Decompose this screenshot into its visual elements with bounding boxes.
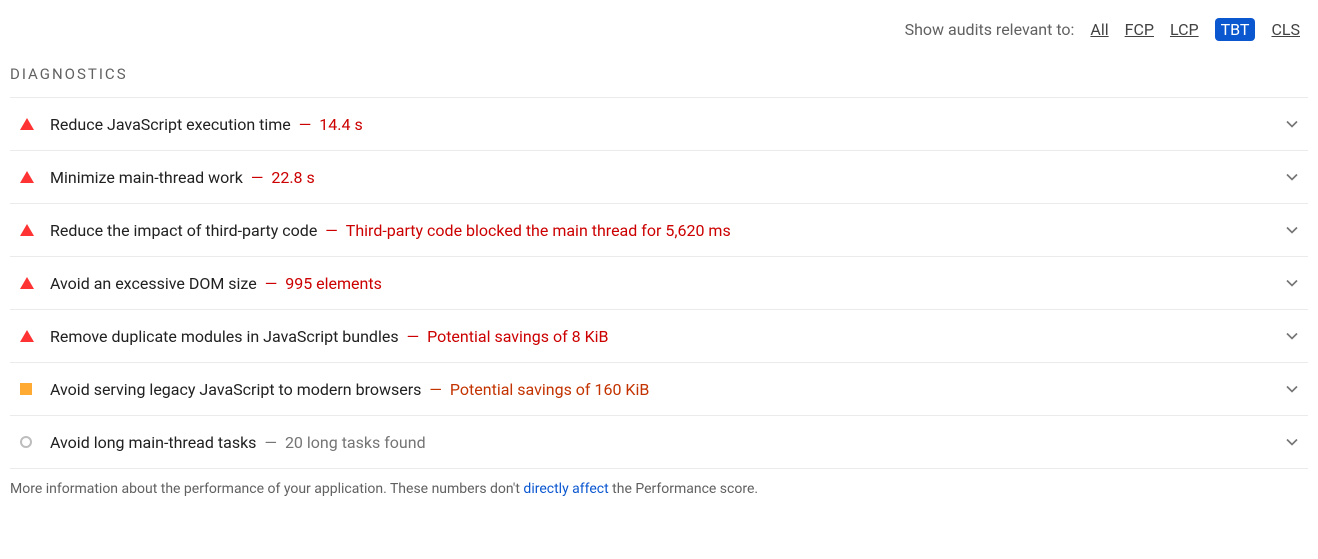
audit-title: Avoid long main-thread tasks	[50, 433, 256, 452]
audit-row[interactable]: Minimize main-thread work — 22.8 s	[10, 150, 1308, 203]
audit-title: Avoid an excessive DOM size	[50, 274, 257, 293]
footer-suffix: the Performance score.	[609, 481, 758, 497]
filter-lcp[interactable]: LCP	[1170, 20, 1199, 39]
audit-row[interactable]: Reduce the impact of third-party code — …	[10, 203, 1308, 256]
audit-separator: —	[299, 115, 312, 134]
chevron-down-icon	[1282, 167, 1302, 187]
audit-title: Avoid serving legacy JavaScript to moder…	[50, 380, 421, 399]
filter-tbt[interactable]: TBT	[1215, 18, 1256, 41]
chevron-down-icon	[1282, 326, 1302, 346]
chevron-down-icon	[1282, 114, 1302, 134]
audit-separator: —	[407, 327, 420, 346]
audit-row[interactable]: Avoid serving legacy JavaScript to moder…	[10, 362, 1308, 415]
audit-value: Potential savings of 160 KiB	[450, 380, 649, 399]
fail-icon	[16, 171, 50, 183]
footer-prefix: More information about the performance o…	[10, 481, 523, 497]
fail-icon	[16, 277, 50, 289]
filter-fcp[interactable]: FCP	[1125, 20, 1154, 39]
footer-link[interactable]: directly affect	[523, 481, 608, 497]
chevron-down-icon	[1282, 273, 1302, 293]
chevron-down-icon	[1282, 432, 1302, 452]
fail-icon	[16, 224, 50, 236]
audit-row[interactable]: Remove duplicate modules in JavaScript b…	[10, 309, 1308, 362]
audit-title: Remove duplicate modules in JavaScript b…	[50, 327, 399, 346]
chevron-down-icon	[1282, 220, 1302, 240]
section-header-diagnostics: DIAGNOSTICS	[10, 57, 1308, 97]
audit-value: Potential savings of 8 KiB	[427, 327, 608, 346]
audit-value: 22.8 s	[271, 168, 314, 187]
audit-separator: —	[251, 168, 264, 187]
footer-note: More information about the performance o…	[10, 469, 1308, 497]
chevron-down-icon	[1282, 379, 1302, 399]
audit-row[interactable]: Avoid an excessive DOM size — 995 elemen…	[10, 256, 1308, 309]
audit-separator: —	[265, 274, 278, 293]
audit-title: Minimize main-thread work	[50, 168, 243, 187]
audit-value: 14.4 s	[319, 115, 362, 134]
filter-cls[interactable]: CLS	[1271, 20, 1300, 39]
audit-title: Reduce the impact of third-party code	[50, 221, 317, 240]
filter-all[interactable]: All	[1090, 20, 1108, 39]
filter-bar: Show audits relevant to: All FCP LCP TBT…	[10, 10, 1308, 57]
audit-separator: —	[325, 221, 338, 240]
audit-value: 20 long tasks found	[285, 433, 426, 452]
fail-icon	[16, 118, 50, 130]
audit-value: 995 elements	[285, 274, 382, 293]
audit-row[interactable]: Reduce JavaScript execution time — 14.4 …	[10, 97, 1308, 150]
audit-separator: —	[264, 433, 277, 452]
audit-value: Third-party code blocked the main thread…	[346, 221, 731, 240]
audit-list: Reduce JavaScript execution time — 14.4 …	[10, 97, 1308, 469]
fail-icon	[16, 330, 50, 342]
audit-row[interactable]: Avoid long main-thread tasks — 20 long t…	[10, 415, 1308, 469]
audit-title: Reduce JavaScript execution time	[50, 115, 291, 134]
average-icon	[16, 383, 50, 395]
informative-icon	[16, 436, 50, 448]
audit-separator: —	[429, 380, 442, 399]
filter-label: Show audits relevant to:	[905, 20, 1075, 39]
